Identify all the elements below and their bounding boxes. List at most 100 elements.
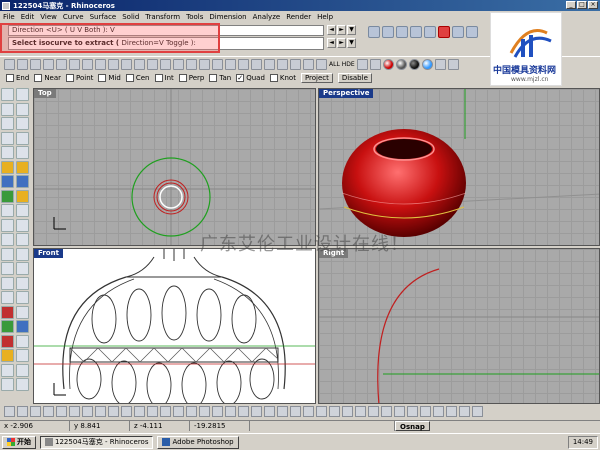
boolean-diff-icon[interactable]: [16, 204, 29, 217]
osnap-mid-checkbox[interactable]: [98, 74, 107, 82]
osnap-near[interactable]: Near: [34, 74, 61, 82]
osnap-tan-checkbox[interactable]: [209, 74, 218, 82]
unlock-object-icon[interactable]: [16, 378, 29, 391]
fillet-curve-icon[interactable]: [16, 146, 29, 159]
surface-tools-icon[interactable]: [147, 406, 158, 417]
texture-icon[interactable]: [434, 58, 446, 70]
fit-icon[interactable]: [394, 406, 405, 417]
zoom-selected-icon[interactable]: [186, 58, 197, 70]
sphere-solid-icon[interactable]: [16, 175, 29, 188]
arc-icon[interactable]: [16, 117, 29, 130]
four-views-icon[interactable]: [212, 58, 223, 70]
scroll-thumb[interactable]: ▼: [347, 25, 356, 35]
osnap-knot[interactable]: Knot: [269, 74, 296, 82]
menu-analyze[interactable]: Analyze: [253, 13, 281, 21]
rotate-view-icon[interactable]: [134, 58, 145, 70]
osnap-knot-icon[interactable]: [121, 406, 132, 417]
pan-icon[interactable]: [121, 58, 132, 70]
zoom-window-icon[interactable]: [160, 58, 171, 70]
silhouette-icon[interactable]: [316, 406, 327, 417]
menu-render[interactable]: Render: [286, 13, 311, 21]
viewport-perspective[interactable]: Perspective: [318, 88, 600, 246]
unroll-icon[interactable]: [381, 406, 392, 417]
copy-icon[interactable]: [69, 58, 80, 70]
surface-corner-icon[interactable]: [1, 160, 14, 174]
osnap-knot-checkbox[interactable]: [269, 74, 278, 82]
properties-icon[interactable]: [264, 58, 275, 70]
osnap-near-icon[interactable]: [17, 406, 28, 417]
osnap-int[interactable]: Int: [154, 74, 174, 82]
menu-tools[interactable]: Tools: [186, 13, 203, 21]
pencil-icon[interactable]: [466, 26, 478, 38]
minimize-button[interactable]: _: [566, 1, 576, 9]
osnap-int-icon[interactable]: [69, 406, 80, 417]
extrude-surface-icon[interactable]: [16, 160, 29, 174]
redo-icon[interactable]: [108, 58, 119, 70]
osnap-mid-icon[interactable]: [43, 406, 54, 417]
fillet-icon[interactable]: [452, 26, 464, 38]
render-preview-icon[interactable]: [303, 58, 314, 70]
zebra-icon[interactable]: [16, 320, 29, 333]
viewport-front[interactable]: Front: [33, 248, 316, 404]
cone-icon[interactable]: [396, 26, 408, 38]
undo-icon[interactable]: [95, 58, 106, 70]
duplicate-border-icon[interactable]: [342, 406, 353, 417]
osnap-end-checkbox[interactable]: [6, 74, 14, 82]
layers-icon[interactable]: [251, 58, 262, 70]
menu-solid[interactable]: Solid: [122, 13, 139, 21]
ungroup-icon[interactable]: [16, 363, 29, 377]
grid-icon[interactable]: [225, 58, 236, 70]
status-osnap-button[interactable]: Osnap: [395, 421, 430, 431]
osnap-point[interactable]: Point: [66, 74, 93, 82]
open-file-icon[interactable]: [17, 58, 28, 70]
select-arrow-icon[interactable]: [1, 88, 14, 101]
color-wheel-icon[interactable]: [369, 58, 381, 70]
join-icon[interactable]: [16, 233, 29, 246]
sphere-icon[interactable]: [410, 26, 422, 38]
analyze-curve-icon[interactable]: [459, 406, 470, 417]
scale-icon[interactable]: [16, 262, 29, 275]
prompt-dropdown-button[interactable]: ▼: [347, 38, 356, 48]
blend-icon[interactable]: [212, 406, 223, 417]
refit-icon[interactable]: [420, 406, 431, 417]
zoom-extents-icon[interactable]: [173, 58, 184, 70]
osnap-cen-checkbox[interactable]: [125, 74, 134, 82]
mesh-tools-icon[interactable]: [173, 406, 184, 417]
osnap-perp[interactable]: Perp: [178, 74, 204, 82]
contour-icon[interactable]: [290, 406, 301, 417]
polyline-icon[interactable]: [1, 102, 14, 116]
osnap-perp-checkbox[interactable]: [178, 74, 187, 82]
disable-button[interactable]: Disable: [337, 73, 372, 83]
box-icon[interactable]: [368, 26, 380, 38]
select-icon[interactable]: [238, 58, 249, 70]
solid-tools-icon[interactable]: [160, 406, 171, 417]
render-settings-icon[interactable]: [16, 334, 29, 348]
project-curve-icon[interactable]: [264, 406, 275, 417]
dir-icon[interactable]: [433, 406, 444, 417]
intersect-icon[interactable]: [368, 406, 379, 417]
hide-icon[interactable]: [16, 349, 29, 362]
osnap-quad-checkbox[interactable]: ✓: [236, 74, 245, 82]
circle-icon[interactable]: [1, 117, 14, 130]
project-button[interactable]: Project: [300, 73, 333, 83]
status-layer[interactable]: [250, 421, 395, 431]
move-icon[interactable]: [1, 247, 14, 261]
menu-surface[interactable]: Surface: [90, 13, 117, 21]
cut-icon[interactable]: [56, 58, 67, 70]
curve-tools-icon[interactable]: [134, 406, 145, 417]
osnap-end-icon[interactable]: [4, 406, 15, 417]
print-icon[interactable]: [43, 58, 54, 70]
osnap-tan[interactable]: Tan: [209, 74, 231, 82]
osnap-cen-icon[interactable]: [56, 406, 67, 417]
scroll-up-button[interactable]: ◄: [327, 25, 336, 35]
osnap-cen[interactable]: Cen: [125, 74, 150, 82]
show-all-label[interactable]: ALL: [329, 61, 340, 68]
section-icon[interactable]: [303, 406, 314, 417]
lightbulb-icon[interactable]: [1, 349, 14, 362]
osnap-perp-icon[interactable]: [82, 406, 93, 417]
dimension-icon[interactable]: [16, 291, 29, 304]
extend-icon[interactable]: [238, 406, 249, 417]
box-solid-icon[interactable]: [1, 175, 14, 188]
gray-material-icon[interactable]: [395, 58, 407, 70]
viewport-front-label[interactable]: Front: [34, 249, 63, 258]
